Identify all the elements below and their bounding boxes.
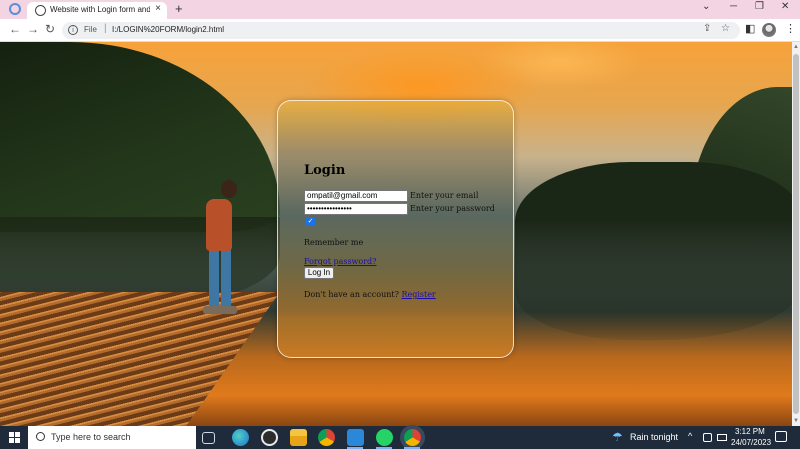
- notifications-icon[interactable]: [775, 431, 787, 442]
- vscode-icon[interactable]: [347, 429, 364, 446]
- background-trees-reflection: [515, 220, 792, 340]
- scroll-down-icon[interactable]: ▼: [793, 418, 799, 424]
- forward-button[interactable]: →: [27, 22, 39, 36]
- whatsapp-icon[interactable]: [376, 429, 393, 446]
- login-button[interactable]: Log In: [304, 267, 334, 279]
- network-icon[interactable]: [703, 433, 712, 442]
- background-person-feet: [203, 306, 237, 314]
- url-scheme: File: [84, 25, 97, 34]
- screen: Website with Login form and Re × + ⌄ ─ ❐…: [0, 0, 800, 449]
- profile-avatar[interactable]: [762, 23, 776, 37]
- site-info-icon[interactable]: i: [68, 25, 78, 35]
- forgot-password-link[interactable]: Forgot password?: [304, 257, 376, 266]
- globe-icon: [35, 5, 46, 16]
- url-text[interactable]: I:/LOGIN%20FORM/login2.html: [112, 25, 224, 34]
- close-tab-icon[interactable]: ×: [155, 3, 161, 14]
- browser-toolbar: ← → ↻ i File | I:/LOGIN%20FORM/login2.ht…: [0, 19, 800, 42]
- menu-dots-icon[interactable]: ⋮: [785, 22, 796, 35]
- search-icon: [36, 432, 45, 441]
- close-window-button[interactable]: ✕: [781, 1, 789, 12]
- password-field[interactable]: ••••••••••••••••: [304, 203, 408, 215]
- address-bar[interactable]: i File | I:/LOGIN%20FORM/login2.html ⇪ ☆: [62, 22, 740, 39]
- edge-browser-icon[interactable]: [232, 429, 249, 446]
- login-card: Login ompatil@gmail.com Enter your email…: [277, 100, 514, 358]
- weather-text[interactable]: Rain tonight: [630, 432, 678, 442]
- tray-chevron-icon[interactable]: ^: [688, 431, 692, 441]
- restore-button[interactable]: ❐: [755, 1, 764, 12]
- file-explorer-icon[interactable]: [290, 429, 307, 446]
- chrome-active-icon[interactable]: [404, 429, 421, 446]
- chrome-icon[interactable]: [318, 429, 335, 446]
- browser-tab[interactable]: Website with Login form and Re ×: [27, 2, 167, 19]
- tab-list-button[interactable]: ⌄: [702, 1, 710, 12]
- email-field[interactable]: ompatil@gmail.com: [304, 190, 408, 202]
- remember-me-label: Remember me: [304, 238, 364, 247]
- browser-tab-strip: Website with Login form and Re × + ⌄ ─ ❐…: [0, 0, 800, 19]
- email-label: Enter your email: [410, 191, 479, 200]
- clock-time[interactable]: 3:12 PM: [735, 427, 765, 436]
- windows-start-icon[interactable]: [9, 432, 20, 443]
- side-panel-icon[interactable]: ◧: [745, 22, 755, 35]
- minimize-button[interactable]: ─: [730, 1, 737, 12]
- windows-taskbar: Type here to search ☂ Rain tonight ^ 3:1…: [0, 426, 800, 449]
- task-view-icon[interactable]: [202, 432, 215, 444]
- background-person: [206, 199, 232, 251]
- page-background: Login ompatil@gmail.com Enter your email…: [0, 42, 792, 426]
- password-label: Enter your password: [410, 204, 495, 213]
- page-scrollbar[interactable]: ▲ ▼: [792, 42, 800, 426]
- bookmark-star-icon[interactable]: ☆: [721, 23, 730, 34]
- background-hill-left: [0, 42, 280, 232]
- tab-search-icon[interactable]: [9, 3, 21, 15]
- url-separator: |: [104, 23, 107, 34]
- reload-button[interactable]: ↻: [45, 22, 55, 36]
- new-tab-button[interactable]: +: [175, 1, 183, 16]
- share-icon[interactable]: ⇪: [703, 23, 711, 34]
- no-account-text: Don't have an account?: [304, 290, 399, 299]
- background-person-head: [221, 180, 237, 198]
- remember-me-checkbox[interactable]: ✓: [306, 217, 315, 226]
- background-person-legs: [209, 250, 231, 310]
- scroll-thumb[interactable]: [793, 54, 799, 414]
- battery-icon[interactable]: [717, 434, 727, 441]
- weather-rain-icon[interactable]: ☂: [612, 430, 623, 444]
- background-trees: [515, 162, 792, 222]
- media-player-icon[interactable]: [261, 429, 278, 446]
- search-placeholder: Type here to search: [51, 432, 131, 442]
- tab-title: Website with Login form and Re: [50, 5, 150, 14]
- scroll-up-icon[interactable]: ▲: [793, 44, 799, 50]
- register-prompt: Don't have an account? Register: [304, 290, 436, 299]
- register-link[interactable]: Register: [401, 290, 435, 299]
- back-button[interactable]: ←: [9, 22, 21, 36]
- login-title: Login: [304, 163, 346, 178]
- background-raft: [0, 292, 280, 426]
- clock-date[interactable]: 24/07/2023: [731, 438, 771, 447]
- taskbar-search-box[interactable]: Type here to search: [28, 426, 196, 449]
